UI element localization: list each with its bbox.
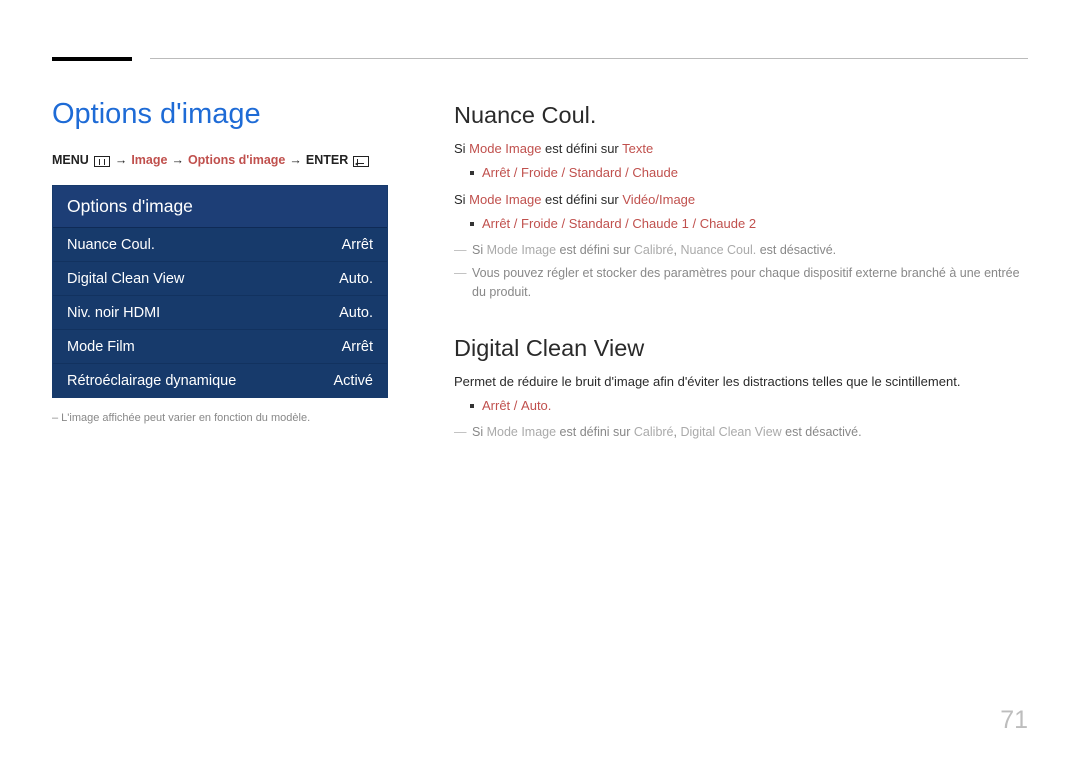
osd-row: Nuance Coul. Arrêt xyxy=(53,228,387,262)
osd-row: Digital Clean View Auto. xyxy=(53,262,387,296)
dcv-desc: Permet de réduire le bruit d'image afin … xyxy=(454,372,1028,392)
path-options: Options d'image xyxy=(188,153,285,167)
arrow-icon: → xyxy=(289,153,302,167)
nuance-note-2: Vous pouvez régler et stocker des paramè… xyxy=(454,264,1028,303)
path-enter: ENTER xyxy=(306,153,348,167)
osd-row: Mode Film Arrêt xyxy=(53,330,387,364)
option-item: Arrêt / Froide / Standard / Chaude xyxy=(470,162,1028,184)
dcv-options: Arrêt / Auto. xyxy=(454,395,1028,417)
nuance-options-2: Arrêt / Froide / Standard / Chaude 1 / C… xyxy=(454,213,1028,235)
section-title-dcv: Digital Clean View xyxy=(454,335,1028,362)
nuance-note-1: Si Mode Image est défini sur Calibré, Nu… xyxy=(454,241,1028,260)
nuance-options-1: Arrêt / Froide / Standard / Chaude xyxy=(454,162,1028,184)
menu-icon xyxy=(94,156,110,167)
osd-row-value: Activé xyxy=(334,373,374,389)
page-number: 71 xyxy=(1000,706,1028,735)
osd-panel: Options d'image Nuance Coul. Arrêt Digit… xyxy=(52,185,388,398)
path-menu: MENU xyxy=(52,153,89,167)
header-bar xyxy=(52,57,132,61)
osd-header: Options d'image xyxy=(53,186,387,228)
nuance-line-2: Si Mode Image est défini sur Vidéo/Image xyxy=(454,190,1028,210)
nuance-line-1: Si Mode Image est défini sur Texte xyxy=(454,139,1028,159)
osd-row-value: Auto. xyxy=(339,305,373,321)
option-item: Arrêt / Froide / Standard / Chaude 1 / C… xyxy=(470,213,1028,235)
osd-row-value: Arrêt xyxy=(342,237,373,253)
arrow-icon: → xyxy=(115,153,128,167)
osd-row-value: Arrêt xyxy=(342,339,373,355)
page-title: Options d'image xyxy=(52,98,388,131)
right-column: Nuance Coul. Si Mode Image est défini su… xyxy=(454,98,1028,442)
osd-row-label: Mode Film xyxy=(67,339,135,355)
dcv-note: Si Mode Image est défini sur Calibré, Di… xyxy=(454,423,1028,442)
osd-row-label: Niv. noir HDMI xyxy=(67,305,160,321)
arrow-icon: → xyxy=(171,153,184,167)
nav-path: MENU → Image → Options d'image → ENTER xyxy=(52,153,388,167)
manual-page: Options d'image MENU → Image → Options d… xyxy=(0,0,1080,763)
enter-icon xyxy=(353,156,369,167)
panel-footnote: – L'image affichée peut varier en foncti… xyxy=(52,412,388,424)
path-image: Image xyxy=(131,153,167,167)
osd-row-label: Nuance Coul. xyxy=(67,237,155,253)
header-divider xyxy=(150,58,1028,59)
osd-row: Rétroéclairage dynamique Activé xyxy=(53,364,387,397)
osd-row-value: Auto. xyxy=(339,271,373,287)
osd-row-label: Rétroéclairage dynamique xyxy=(67,373,236,389)
osd-row-label: Digital Clean View xyxy=(67,271,184,287)
section-title-nuance: Nuance Coul. xyxy=(454,102,1028,129)
option-item: Arrêt / Auto. xyxy=(470,395,1028,417)
osd-row: Niv. noir HDMI Auto. xyxy=(53,296,387,330)
left-column: Options d'image MENU → Image → Options d… xyxy=(52,98,388,442)
